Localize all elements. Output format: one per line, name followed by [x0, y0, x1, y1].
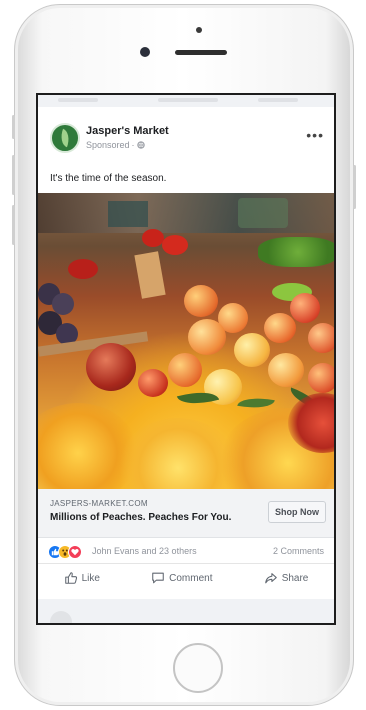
proximity-sensor: [196, 27, 202, 33]
sponsored-label: Sponsored: [86, 140, 130, 150]
comment-bubble-icon: [152, 572, 164, 584]
volume-up-button: [12, 155, 15, 195]
previous-post-edge: [38, 95, 334, 107]
post-caption: It's the time of the season.: [50, 173, 167, 184]
share-button[interactable]: Share: [264, 571, 309, 585]
reacted-by-text[interactable]: John Evans and 23 others: [92, 546, 197, 556]
front-camera: [140, 47, 150, 57]
share-arrow-icon: [264, 573, 277, 584]
comments-count[interactable]: 2 Comments: [273, 546, 324, 556]
globe-icon: [136, 141, 145, 149]
ad-image-peaches[interactable]: [38, 193, 334, 489]
more-options-icon[interactable]: •••: [306, 127, 324, 143]
next-post-edge: [38, 599, 334, 623]
leaf-logo-icon: [57, 128, 73, 148]
like-label: Like: [81, 572, 100, 584]
home-button[interactable]: [173, 643, 223, 693]
link-domain: JASPERS-MARKET.COM: [50, 499, 148, 508]
comment-button[interactable]: Comment: [151, 571, 213, 585]
phone-screen: Jasper's Market Sponsored · ••• It's the…: [36, 93, 336, 625]
comment-label: Comment: [169, 572, 213, 584]
sponsored-row: Sponsored ·: [86, 140, 145, 150]
volume-down-button: [12, 205, 15, 245]
page-avatar[interactable]: [50, 123, 80, 153]
post-actions: Like Comment Share: [38, 565, 334, 591]
earpiece-speaker: [175, 50, 227, 55]
reactions-row: John Evans and 23 others 2 Comments: [38, 541, 334, 564]
page-name[interactable]: Jasper's Market: [86, 125, 169, 137]
mute-switch: [12, 115, 15, 139]
power-button: [353, 165, 356, 209]
link-headline: Millions of Peaches. Peaches For You.: [50, 512, 232, 523]
post-header: Jasper's Market Sponsored · •••: [38, 123, 334, 163]
share-label: Share: [281, 572, 309, 584]
shop-now-button[interactable]: Shop Now: [268, 501, 326, 523]
thumbs-up-icon: [64, 572, 77, 584]
link-preview-bar[interactable]: JASPERS-MARKET.COM Millions of Peaches. …: [38, 489, 334, 538]
like-button[interactable]: Like: [64, 571, 100, 585]
love-icon[interactable]: [68, 545, 82, 559]
